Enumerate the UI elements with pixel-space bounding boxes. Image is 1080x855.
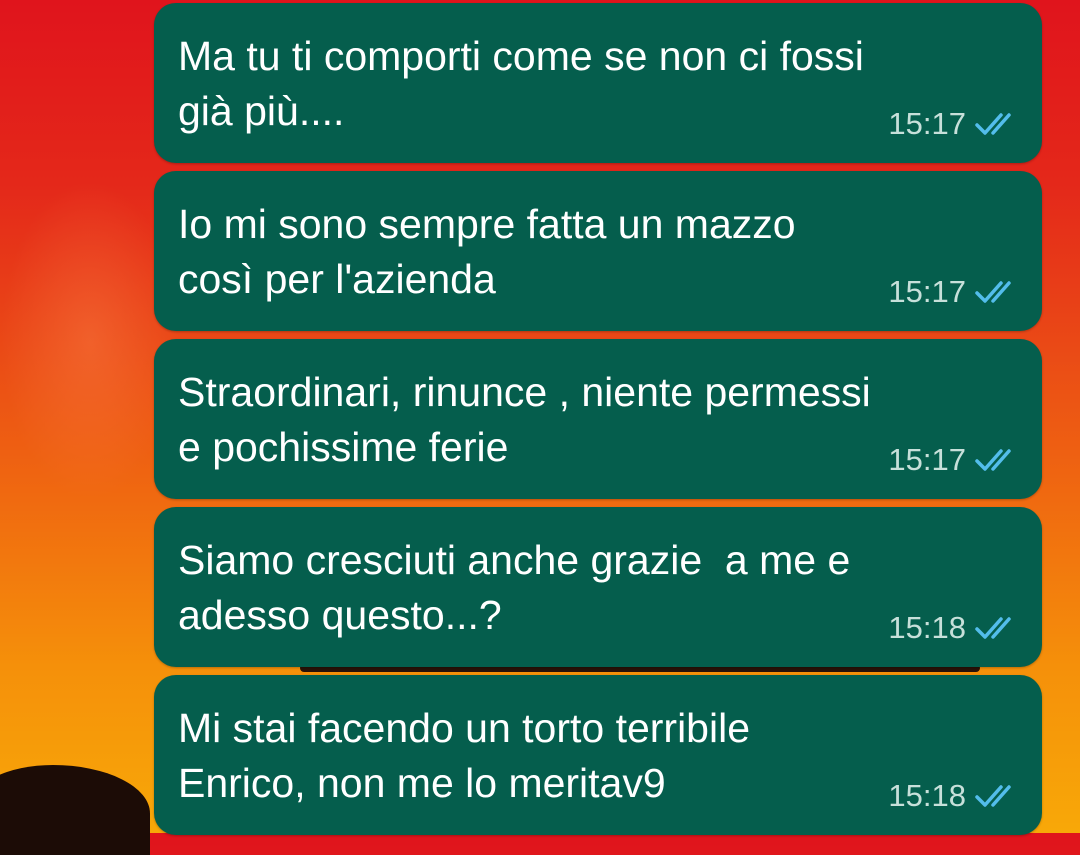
read-double-check-icon [975, 617, 1011, 639]
message-meta: 15:17 [888, 107, 1020, 141]
read-double-check-icon [975, 785, 1011, 807]
message-bubble-outgoing[interactable]: Straordinari, rinunce , niente permessi … [154, 339, 1042, 499]
message-time: 15:18 [888, 778, 966, 813]
message-bubble-outgoing[interactable]: Ma tu ti comporti come se non ci fossi g… [154, 3, 1042, 163]
message-text: Mi stai facendo un torto terribile Enric… [178, 705, 750, 806]
message-text: Ma tu ti comporti come se non ci fossi g… [178, 33, 864, 134]
message-time: 15:17 [888, 106, 966, 141]
message-time: 15:17 [888, 442, 966, 477]
message-meta: 15:17 [888, 275, 1020, 309]
read-double-check-icon [975, 449, 1011, 471]
message-text: Io mi sono sempre fatta un mazzo così pe… [178, 201, 796, 302]
message-text: Siamo cresciuti anche grazie a me e ades… [178, 537, 851, 638]
message-text: Straordinari, rinunce , niente permessi … [178, 369, 871, 470]
message-meta: 15:18 [888, 779, 1020, 813]
read-double-check-icon [975, 113, 1011, 135]
read-double-check-icon [975, 281, 1011, 303]
message-bubble-outgoing[interactable]: Io mi sono sempre fatta un mazzo così pe… [154, 171, 1042, 331]
message-time: 15:18 [888, 610, 966, 645]
message-bubble-outgoing[interactable]: Siamo cresciuti anche grazie a me e ades… [154, 507, 1042, 667]
message-time: 15:17 [888, 274, 966, 309]
message-bubble-outgoing[interactable]: Mi stai facendo un torto terribile Enric… [154, 675, 1042, 835]
wallpaper-silhouette [0, 765, 150, 855]
message-meta: 15:17 [888, 443, 1020, 477]
wallpaper-glow [0, 180, 180, 500]
message-meta: 15:18 [888, 611, 1020, 645]
